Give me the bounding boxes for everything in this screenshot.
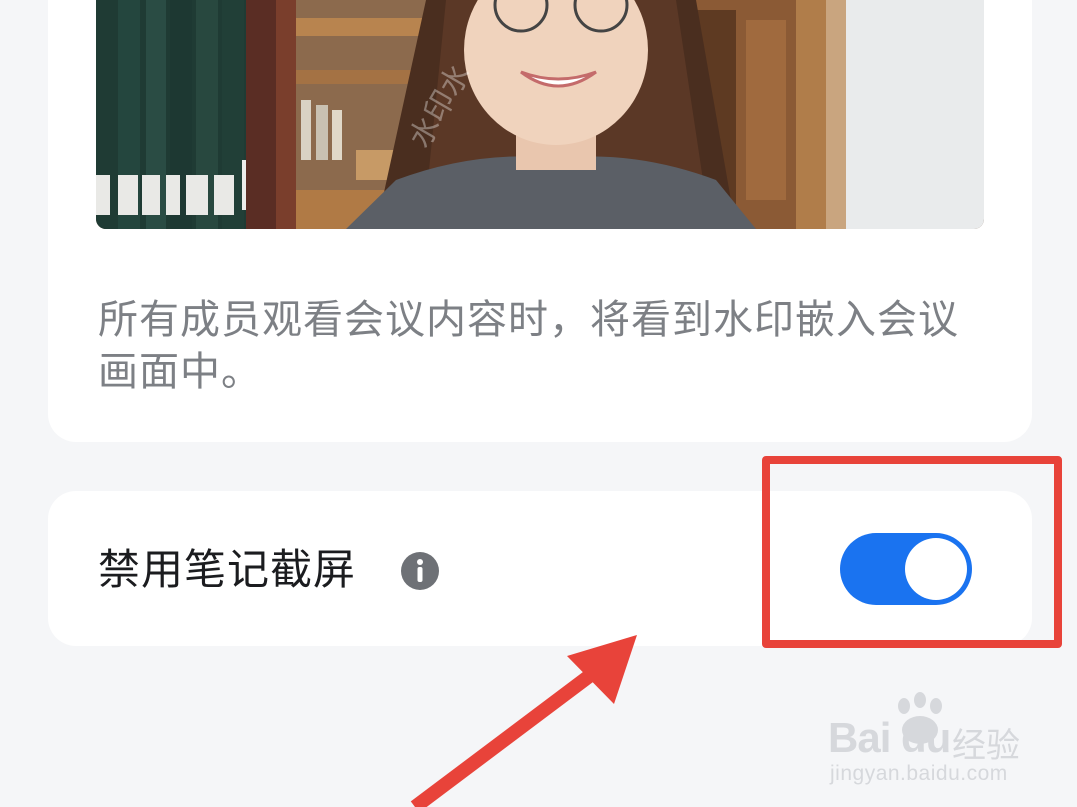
watermark-brand: Bai du xyxy=(828,714,951,761)
info-circle-icon[interactable] xyxy=(399,550,441,592)
baidu-jingyan-watermark: Bai du 经验 jingyan.baidu.com xyxy=(828,692,1028,792)
watermark-url: jingyan.baidu.com xyxy=(830,762,1008,785)
disable-screenshot-label: 禁用笔记截屏 xyxy=(98,545,357,594)
watermark-suffix: 经验 xyxy=(952,726,1020,766)
watermark-preview-image: 水印水 xyxy=(96,0,984,229)
disable-screenshot-toggle[interactable] xyxy=(840,533,972,605)
watermark-description: 所有成员观看会议内容时，将看到水印嵌入会议画面中。 xyxy=(98,297,959,395)
toggle-knob xyxy=(905,538,967,600)
